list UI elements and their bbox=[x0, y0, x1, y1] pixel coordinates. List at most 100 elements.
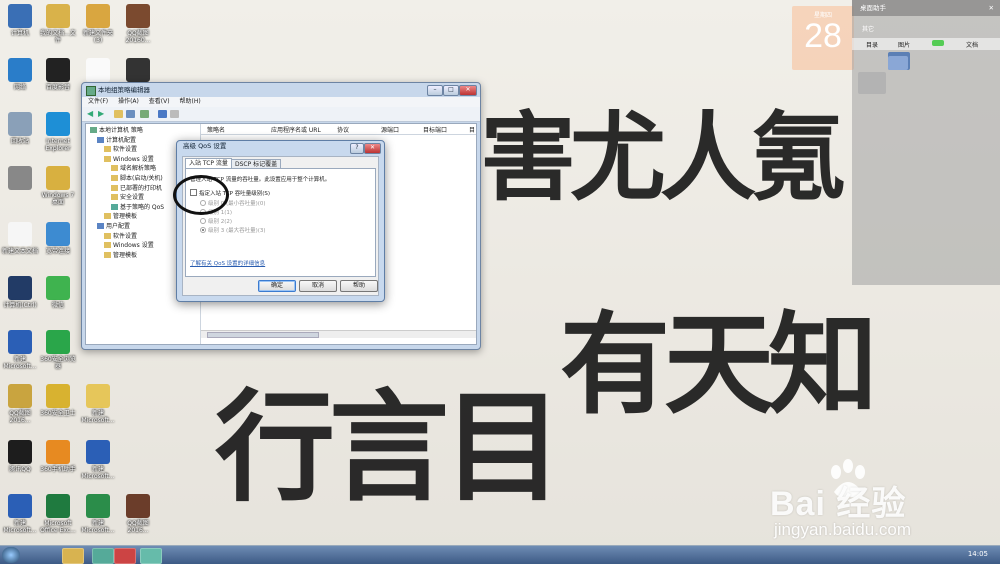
desktop-icon[interactable]: 新建Microsoft... bbox=[2, 494, 38, 534]
tree-item[interactable]: 已部署的打印机 bbox=[111, 184, 162, 193]
col-source-port[interactable]: 源端口 bbox=[381, 125, 399, 134]
desktop-icon[interactable]: 360手机助手 bbox=[40, 440, 76, 473]
desktop-icon-label: Microsoft Office Exc... bbox=[40, 520, 76, 534]
desktop-icon[interactable]: Windows 7桌面 bbox=[40, 166, 76, 206]
taskbar-clock[interactable]: 14:05 bbox=[968, 550, 988, 558]
tree-item[interactable]: 安全设置 bbox=[111, 193, 144, 202]
level-3-radio[interactable]: 级别 3 (最大吞吐量)(3) bbox=[200, 226, 266, 234]
tree-item[interactable]: Windows 设置 bbox=[104, 241, 154, 250]
desktop-icon[interactable]: QQ截图2016... bbox=[2, 384, 38, 424]
qos-help-link[interactable]: 了解有关 QoS 设置的详细信息 bbox=[190, 259, 265, 267]
desktop-icon[interactable]: 腾讯QQ bbox=[2, 440, 38, 473]
tree-item[interactable]: 域名解析策略 bbox=[111, 164, 156, 173]
show-hide-tree-icon[interactable] bbox=[126, 110, 135, 118]
desktop-icon[interactable]: 新建文件夹(3) bbox=[80, 4, 116, 44]
tree-item[interactable]: 管理模板 bbox=[104, 251, 137, 260]
col-protocol[interactable]: 协议 bbox=[337, 125, 349, 134]
tree-item[interactable]: 用户配置 bbox=[97, 222, 130, 231]
folder-up-icon[interactable] bbox=[114, 110, 123, 118]
dialog-title-bar[interactable]: 高级 QoS 设置 ? ✕ bbox=[177, 141, 384, 154]
maximize-button[interactable]: □ bbox=[443, 85, 459, 96]
desktop-icon[interactable]: 我的文档...文件 bbox=[40, 4, 76, 44]
ok-button[interactable]: 确定 bbox=[258, 280, 296, 292]
desktop-icon[interactable] bbox=[120, 58, 156, 84]
assistant-close-icon[interactable]: ✕ bbox=[989, 0, 994, 16]
col-app-url[interactable]: 应用程序名或 URL bbox=[271, 125, 321, 134]
desktop-icon[interactable]: 计算机(Ctrl) bbox=[2, 276, 38, 309]
desktop-assistant-panel[interactable]: 桌面助手 ✕ 其它 目录 图片 文档 bbox=[852, 0, 1000, 285]
dialog-help-button[interactable]: ? bbox=[350, 143, 364, 154]
desktop-icon-image bbox=[8, 4, 32, 28]
desktop-icon[interactable]: 新建Microsoft... bbox=[80, 440, 116, 480]
desktop-icon[interactable]: 新建Microsoft... bbox=[80, 384, 116, 424]
menu-action[interactable]: 操作(A) bbox=[118, 98, 139, 105]
taskbar-app-blue-icon[interactable] bbox=[140, 548, 162, 564]
export-list-icon[interactable] bbox=[140, 110, 149, 118]
desktop-icon[interactable]: 微信 bbox=[40, 276, 76, 309]
start-button[interactable] bbox=[2, 547, 20, 563]
tree-item[interactable]: 本地计算机 策略 bbox=[90, 126, 143, 135]
desktop-icon[interactable]: QQ截图20160... bbox=[120, 4, 156, 44]
desktop-icon[interactable]: Microsoft Office Exc... bbox=[40, 494, 76, 534]
scrollbar-thumb[interactable] bbox=[207, 332, 319, 338]
level-2-radio-dot[interactable] bbox=[200, 218, 206, 224]
menu-view[interactable]: 查看(V) bbox=[149, 98, 170, 105]
desktop-icon[interactable]: 新建文本文档 bbox=[2, 222, 38, 255]
desktop-icon[interactable] bbox=[2, 166, 38, 192]
tree-item[interactable]: 管理模板 bbox=[104, 212, 137, 221]
level-3-label: 级别 3 (最大吞吐量)(3) bbox=[208, 228, 266, 234]
col-dest-port[interactable]: 目标端口 bbox=[423, 125, 447, 134]
col-policy-name[interactable]: 策略名 bbox=[207, 125, 225, 134]
level-2-radio[interactable]: 级别 2(2) bbox=[200, 217, 232, 225]
calendar-gadget[interactable]: 星期四 28 bbox=[792, 6, 854, 70]
cancel-button[interactable]: 取消 bbox=[299, 280, 337, 292]
minimize-button[interactable]: – bbox=[427, 85, 443, 96]
col-more[interactable]: 目 bbox=[469, 125, 475, 134]
tree-item[interactable]: 基于策略的 QoS bbox=[111, 203, 164, 212]
advanced-qos-dialog[interactable]: 高级 QoS 设置 ? ✕ 入站 TCP 流量 DSCP 标记覆盖 管理入站 T… bbox=[176, 140, 385, 302]
desktop-icon[interactable]: 计算机 bbox=[2, 4, 38, 37]
tree-item[interactable]: 计算机配置 bbox=[97, 136, 136, 145]
desktop-icon[interactable]: Internet Explorer bbox=[40, 112, 76, 152]
tree-item-label: 基于策略的 QoS bbox=[120, 203, 165, 211]
dialog-close-button[interactable]: ✕ bbox=[364, 143, 381, 154]
desktop-icon[interactable]: 网络 bbox=[2, 58, 38, 91]
properties-icon[interactable] bbox=[170, 110, 179, 118]
tree-item[interactable]: 脚本(启动/关机) bbox=[111, 174, 163, 183]
tree-item-label: 脚本(启动/关机) bbox=[120, 175, 163, 182]
window-title-bar[interactable]: 本地组策略编辑器 – □ ✕ bbox=[82, 83, 480, 97]
menu-file[interactable]: 文件(F) bbox=[88, 98, 108, 105]
forward-arrow-icon[interactable]: ▶ bbox=[98, 110, 107, 118]
assistant-tab-catalog[interactable]: 目录 bbox=[866, 40, 878, 49]
wallpaper-calligraphy-2: 有天知 bbox=[560, 300, 878, 429]
taskbar-explorer-icon[interactable] bbox=[62, 548, 84, 564]
desktop-icon[interactable]: 新建Microsoft... bbox=[2, 330, 38, 370]
taskbar-app-red-icon[interactable] bbox=[114, 548, 136, 564]
tree-item[interactable]: 软件设置 bbox=[104, 232, 137, 241]
assistant-tab-docs[interactable]: 文档 bbox=[966, 40, 978, 49]
desktop-icon[interactable]: 回收站 bbox=[2, 112, 38, 145]
desktop-icon[interactable]: 360安全浏览器 bbox=[40, 330, 76, 370]
tree-item[interactable]: 软件设置 bbox=[104, 145, 137, 154]
taskbar-app-green-icon[interactable] bbox=[92, 548, 114, 564]
desktop-icon-label: Windows 7桌面 bbox=[41, 192, 75, 206]
horizontal-scrollbar[interactable] bbox=[201, 330, 476, 338]
help-icon[interactable] bbox=[158, 110, 167, 118]
level-3-radio-dot[interactable] bbox=[200, 227, 206, 233]
desktop-icon-label: QQ截图2016... bbox=[9, 410, 31, 424]
desktop-icon[interactable]: 新建Microsoft... bbox=[80, 494, 116, 534]
assistant-tab-images[interactable]: 图片 bbox=[898, 40, 910, 49]
desktop-icon-image bbox=[46, 494, 70, 518]
tree-item[interactable]: Windows 设置 bbox=[104, 155, 154, 164]
desktop-icon[interactable]: 百度影音 bbox=[40, 58, 76, 91]
desktop-icon[interactable]: QQ截图2016... bbox=[120, 494, 156, 534]
desktop-icon[interactable]: 宽带连接 bbox=[40, 222, 76, 255]
folder-icon bbox=[104, 232, 111, 239]
back-arrow-icon[interactable]: ◀ bbox=[87, 110, 96, 118]
menu-help[interactable]: 帮助(H) bbox=[180, 98, 201, 105]
desktop-icon[interactable] bbox=[80, 58, 116, 84]
desktop-icon[interactable]: 360安全卫士 bbox=[40, 384, 76, 417]
close-button[interactable]: ✕ bbox=[459, 85, 477, 96]
desktop-icon-label: 宽带连接 bbox=[45, 248, 70, 255]
help-button[interactable]: 帮助 bbox=[340, 280, 378, 292]
